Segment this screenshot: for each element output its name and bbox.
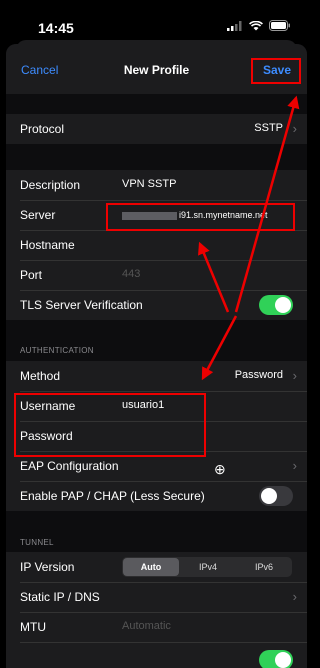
protocol-row[interactable]: Protocol SSTP › — [6, 114, 307, 144]
pap-row: Enable PAP / CHAP (Less Secure) — [6, 481, 307, 511]
description-row[interactable]: Description VPN SSTP — [6, 170, 307, 200]
chevron-right-icon: › — [292, 589, 297, 604]
mtu-field[interactable]: Automatic — [122, 620, 171, 632]
segment-auto[interactable]: Auto — [123, 558, 179, 576]
wifi-icon — [249, 20, 263, 30]
chevron-right-icon: › — [292, 368, 297, 383]
status-time: 14:45 — [38, 20, 74, 36]
chevron-right-icon: › — [292, 121, 297, 136]
static-ip-label: Static IP / DNS — [20, 590, 100, 604]
hostname-label: Hostname — [20, 238, 75, 252]
eap-label: EAP Configuration — [20, 459, 119, 473]
cellular-signal-icon — [227, 20, 242, 31]
partial-toggle[interactable] — [259, 650, 293, 668]
server-highlight-box — [106, 203, 295, 231]
port-field[interactable]: 443 — [122, 268, 140, 280]
battery-icon — [269, 20, 290, 31]
ipversion-row: IP Version Auto IPv4 IPv6 — [6, 552, 307, 582]
partial-row[interactable] — [6, 642, 307, 668]
description-label: Description — [20, 178, 81, 192]
ipversion-label: IP Version — [20, 560, 75, 574]
tls-toggle[interactable] — [259, 295, 293, 315]
credentials-highlight-box — [14, 393, 206, 457]
tunnel-header: TUNNEL — [20, 538, 54, 547]
new-profile-sheet: Cancel New Profile Save Protocol SSTP › … — [6, 44, 307, 668]
tls-row: TLS Server Verification — [6, 290, 307, 320]
tunnel-group: IP Version Auto IPv4 IPv6 Static IP / DN… — [6, 552, 307, 668]
pap-label: Enable PAP / CHAP (Less Secure) — [20, 489, 205, 503]
status-bar: 14:45 — [0, 0, 313, 44]
segment-ipv4[interactable]: IPv4 — [180, 557, 236, 577]
mtu-row[interactable]: MTU Automatic — [6, 612, 307, 642]
protocol-group: Protocol SSTP › — [6, 114, 307, 144]
server-group: Description VPN SSTP Server i91.sn.mynet… — [6, 170, 307, 320]
ipversion-segmented-control: Auto IPv4 IPv6 — [122, 557, 292, 577]
toggle-knob — [275, 297, 291, 313]
description-field[interactable]: VPN SSTP — [122, 178, 176, 190]
static-ip-row[interactable]: Static IP / DNS › — [6, 582, 307, 612]
mtu-label: MTU — [20, 620, 46, 634]
segment-ipv6[interactable]: IPv6 — [236, 557, 292, 577]
method-row[interactable]: Method Password › — [6, 361, 307, 391]
chevron-right-icon: › — [292, 458, 297, 473]
toggle-knob — [261, 488, 277, 504]
port-row[interactable]: Port 443 — [6, 260, 307, 290]
save-highlight-box — [251, 58, 301, 84]
status-icons — [227, 20, 291, 31]
toggle-knob — [275, 652, 291, 668]
zoom-cursor-icon: ⊕ — [214, 461, 226, 477]
authentication-header: AUTHENTICATION — [20, 346, 94, 355]
hostname-row[interactable]: Hostname — [6, 230, 307, 260]
tls-label: TLS Server Verification — [20, 298, 143, 312]
method-label: Method — [20, 369, 61, 383]
protocol-value: SSTP — [254, 122, 283, 134]
port-label: Port — [20, 268, 43, 282]
pap-toggle[interactable] — [259, 486, 293, 506]
server-label: Server — [20, 208, 56, 222]
protocol-label: Protocol — [20, 122, 65, 136]
method-value: Password — [234, 369, 283, 381]
